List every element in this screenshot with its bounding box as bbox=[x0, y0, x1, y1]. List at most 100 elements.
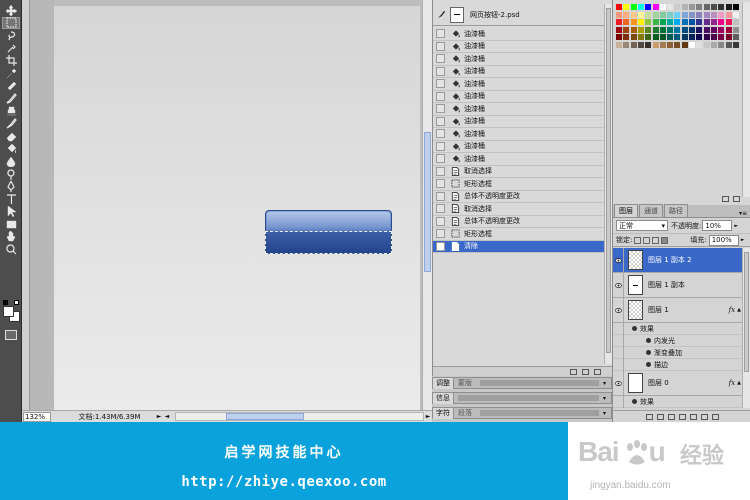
new-layer-icon[interactable] bbox=[700, 413, 708, 420]
lock-all-icon[interactable] bbox=[661, 236, 669, 244]
layer-row[interactable]: 图层 1 fx ▲ bbox=[613, 297, 743, 323]
history-checkbox[interactable] bbox=[436, 154, 445, 164]
pen-tool-icon[interactable] bbox=[2, 180, 20, 193]
history-checkbox[interactable] bbox=[436, 166, 445, 176]
eye-dot-icon[interactable] bbox=[646, 350, 651, 355]
effects-group[interactable]: 效果 bbox=[613, 322, 743, 335]
swatch[interactable] bbox=[637, 19, 644, 25]
swatch[interactable] bbox=[718, 26, 725, 33]
swatch[interactable] bbox=[710, 26, 717, 33]
panel-menu-icon[interactable]: ▾ bbox=[603, 395, 611, 402]
history-state[interactable]: 油漆桶 bbox=[433, 28, 605, 41]
swatch[interactable] bbox=[645, 4, 652, 10]
adjustment-layer-icon[interactable] bbox=[678, 413, 686, 420]
swatch[interactable] bbox=[616, 19, 622, 25]
history-checkbox[interactable] bbox=[436, 104, 445, 114]
swatch[interactable] bbox=[725, 41, 732, 48]
history-state[interactable]: 油漆桶 bbox=[433, 91, 605, 103]
swatch[interactable] bbox=[616, 11, 622, 18]
swatch[interactable] bbox=[718, 4, 725, 10]
swatch[interactable] bbox=[659, 4, 666, 10]
history-state[interactable]: 油漆桶 bbox=[433, 141, 605, 153]
history-checkbox[interactable] bbox=[436, 191, 445, 201]
history-checkbox[interactable] bbox=[436, 91, 445, 101]
path-select-tool-icon[interactable] bbox=[2, 206, 20, 219]
history-state[interactable]: 油漆桶 bbox=[433, 66, 605, 78]
opacity-field[interactable]: 10% bbox=[702, 220, 733, 231]
tab-adjustments[interactable]: 调整 bbox=[433, 377, 454, 389]
swatch[interactable] bbox=[637, 34, 644, 40]
history-checkbox[interactable] bbox=[436, 229, 445, 239]
swatch[interactable] bbox=[630, 41, 637, 48]
history-checkbox[interactable] bbox=[436, 116, 445, 126]
layer-effect-item[interactable]: 渐变叠加 bbox=[613, 346, 743, 359]
tab-masks[interactable]: 蒙版 bbox=[454, 378, 476, 388]
info-panel-collapsed[interactable]: 信息 ▾ bbox=[432, 392, 612, 404]
swatch[interactable] bbox=[696, 41, 703, 48]
tab-layers[interactable]: 图层 bbox=[614, 204, 638, 217]
swatch[interactable] bbox=[623, 26, 630, 33]
swatch[interactable] bbox=[732, 4, 739, 10]
quick-select-tool-icon[interactable] bbox=[2, 42, 20, 55]
effects-group[interactable]: 效果 bbox=[613, 395, 743, 408]
swatch[interactable] bbox=[652, 4, 659, 10]
history-state[interactable]: 总体不透明度更改 bbox=[433, 191, 605, 203]
swatch[interactable] bbox=[630, 11, 637, 18]
new-swatch-icon[interactable] bbox=[722, 196, 729, 202]
history-state[interactable]: 矩形选框 bbox=[433, 228, 605, 241]
swatch[interactable] bbox=[652, 11, 659, 18]
swatch[interactable] bbox=[696, 34, 703, 40]
swatch[interactable] bbox=[689, 11, 695, 18]
swatch[interactable] bbox=[689, 41, 695, 48]
swatch[interactable] bbox=[732, 19, 739, 25]
history-checkbox[interactable] bbox=[436, 204, 445, 214]
history-state[interactable]: 总体不透明度更改 bbox=[433, 216, 605, 228]
delete-layer-icon[interactable] bbox=[711, 413, 719, 420]
swatch[interactable] bbox=[667, 4, 674, 10]
swatch[interactable] bbox=[718, 19, 725, 25]
canvas[interactable] bbox=[54, 6, 420, 410]
history-state[interactable]: 取消选择 bbox=[433, 203, 605, 216]
tab-info[interactable]: 信息 bbox=[433, 392, 454, 404]
swatch[interactable] bbox=[725, 34, 732, 40]
new-snapshot-icon[interactable] bbox=[582, 368, 589, 375]
swatch[interactable] bbox=[652, 26, 659, 33]
swap-colors-icon[interactable] bbox=[14, 300, 19, 305]
swatch[interactable] bbox=[667, 11, 674, 18]
foreground-color[interactable] bbox=[3, 306, 14, 317]
swatch[interactable] bbox=[616, 34, 622, 40]
lasso-tool-icon[interactable] bbox=[2, 29, 20, 42]
swatch[interactable] bbox=[623, 34, 630, 40]
visibility-eye-icon[interactable] bbox=[613, 395, 624, 408]
visibility-eye-icon[interactable] bbox=[613, 346, 624, 359]
brush-tool-icon[interactable] bbox=[2, 92, 20, 105]
swatch[interactable] bbox=[681, 4, 688, 10]
tab-paths[interactable]: 路径 bbox=[664, 204, 688, 217]
swatch[interactable] bbox=[616, 26, 622, 33]
swatch[interactable] bbox=[623, 41, 630, 48]
history-state[interactable]: 油漆桶 bbox=[433, 78, 605, 91]
scroll-left-icon[interactable]: ◄ bbox=[163, 413, 171, 420]
swatch[interactable] bbox=[637, 41, 644, 48]
opacity-arrow-icon[interactable]: ► bbox=[734, 223, 738, 229]
history-state[interactable]: 油漆桶 bbox=[433, 153, 605, 166]
swatch[interactable] bbox=[718, 41, 725, 48]
layer-row[interactable]: 图层 1 副本 2 bbox=[613, 247, 743, 273]
history-state[interactable]: 油漆桶 bbox=[433, 128, 605, 141]
swatch[interactable] bbox=[659, 34, 666, 40]
history-state[interactable]: 油漆桶 bbox=[433, 116, 605, 128]
swatch[interactable] bbox=[630, 26, 637, 33]
swatch[interactable] bbox=[616, 4, 622, 10]
swatch[interactable] bbox=[630, 19, 637, 25]
swatch[interactable] bbox=[703, 41, 710, 48]
swatch[interactable] bbox=[689, 19, 695, 25]
new-document-from-state-icon[interactable] bbox=[570, 368, 577, 375]
swatch[interactable] bbox=[732, 34, 739, 40]
eye-dot-icon[interactable] bbox=[646, 338, 651, 343]
fill-arrow-icon[interactable]: ► bbox=[741, 237, 745, 243]
swatch[interactable] bbox=[681, 11, 688, 18]
swatch[interactable] bbox=[703, 11, 710, 18]
swatch[interactable] bbox=[637, 26, 644, 33]
swatch[interactable] bbox=[667, 34, 674, 40]
hand-tool-icon[interactable] bbox=[2, 231, 20, 244]
